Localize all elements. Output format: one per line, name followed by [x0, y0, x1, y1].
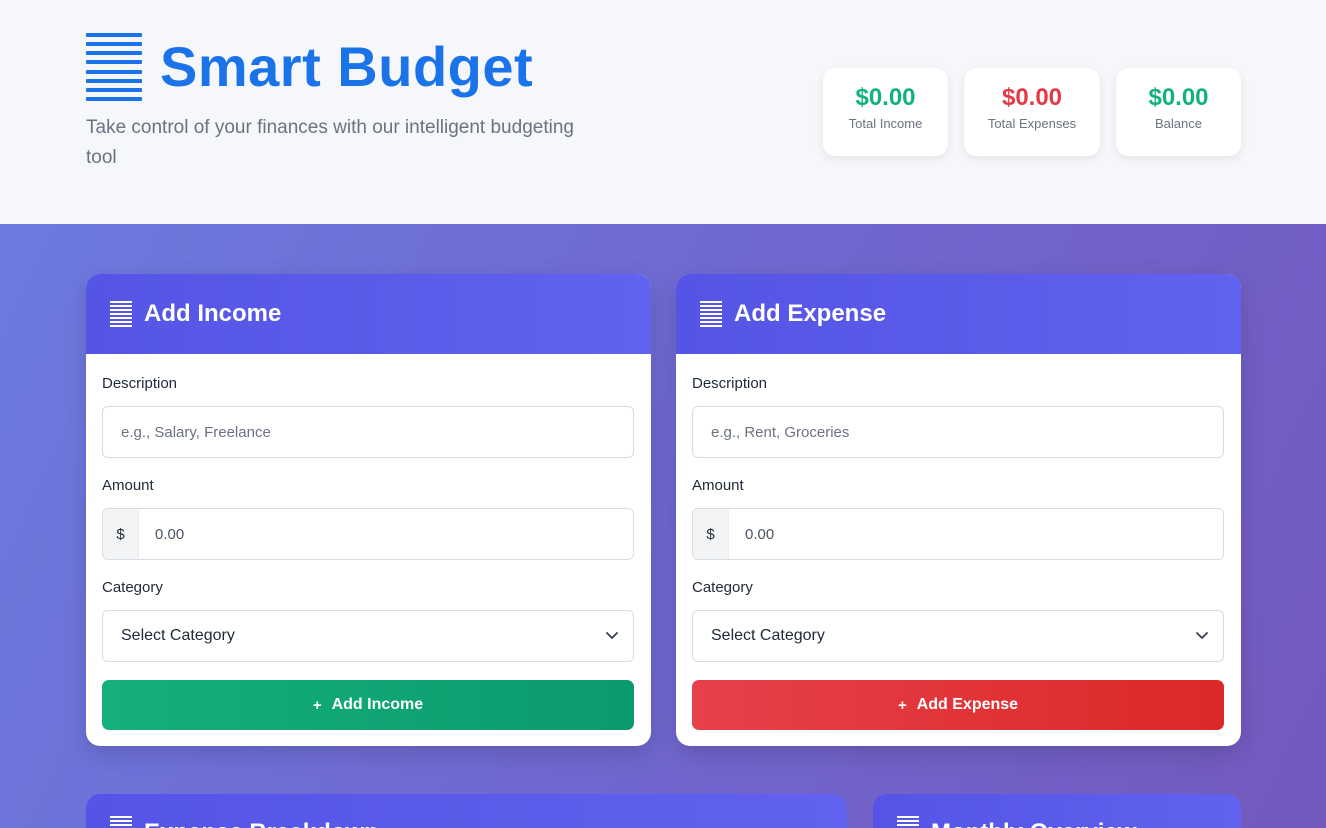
total-income-label: Total Income [848, 116, 923, 131]
total-expenses-label: Total Expenses [987, 116, 1077, 131]
expense-amount-label: Amount [692, 477, 744, 494]
add-expense-card: Add Expense Description Amount $ Categor… [676, 274, 1241, 746]
income-amount-input[interactable] [139, 509, 633, 559]
tagline: Take control of your finances with our i… [86, 117, 574, 168]
app-title: Smart Budget [160, 35, 534, 98]
expense-category-value: Select Category [711, 627, 825, 644]
chevron-down-icon [606, 632, 618, 639]
monthly-overview-card: Monthly Overview [873, 794, 1241, 828]
list-lines-icon [110, 816, 132, 828]
page-header: Smart Budget Take control of your financ… [0, 0, 1326, 224]
income-category-label: Category [102, 579, 163, 596]
total-expenses-value: $0.00 [1001, 84, 1063, 111]
list-lines-icon [86, 30, 142, 104]
expense-category-select[interactable]: Select Category [692, 610, 1224, 662]
monthly-overview-title: Monthly Overview [931, 816, 1136, 828]
plus-icon: + [897, 696, 907, 714]
total-income-value: $0.00 [855, 84, 916, 111]
currency-symbol: $ [693, 509, 729, 559]
add-income-button[interactable]: + Add Income [102, 680, 634, 730]
add-expense-button-label: Add Expense [916, 696, 1019, 713]
list-lines-icon [110, 301, 132, 327]
expense-category-label: Category [692, 579, 753, 596]
income-description-label: Description [102, 375, 178, 392]
add-income-card: Add Income Description Amount $ Category… [86, 274, 651, 746]
add-expense-header: Add Expense [676, 274, 1241, 354]
stat-balance: $0.00 Balance [1116, 68, 1241, 156]
balance-label: Balance [1155, 116, 1202, 131]
expense-description-input[interactable] [692, 406, 1224, 458]
expense-amount-input[interactable] [729, 509, 1223, 559]
income-description-input[interactable] [102, 406, 634, 458]
expense-amount-group: $ [692, 508, 1224, 560]
expense-breakdown-title: Expense Breakdown [144, 816, 379, 828]
add-income-title: Add Income [144, 300, 282, 327]
add-income-header: Add Income [86, 274, 651, 354]
currency-symbol: $ [103, 509, 139, 559]
income-amount-label: Amount [102, 477, 154, 494]
chevron-down-icon [1196, 632, 1208, 639]
plus-icon: + [312, 696, 322, 714]
income-amount-group: $ [102, 508, 634, 560]
list-lines-icon [897, 816, 919, 828]
expense-description-label: Description [692, 375, 768, 392]
income-category-select[interactable]: Select Category [102, 610, 634, 662]
stat-total-expenses: $0.00 Total Expenses [964, 68, 1100, 156]
balance-value: $0.00 [1148, 84, 1209, 111]
expense-breakdown-card: Expense Breakdown [86, 794, 847, 828]
list-lines-icon [700, 301, 722, 327]
stat-total-income: $0.00 Total Income [823, 68, 948, 156]
add-income-button-label: Add Income [331, 696, 424, 713]
add-expense-title: Add Expense [734, 300, 887, 327]
add-expense-button[interactable]: + Add Expense [692, 680, 1224, 730]
income-category-value: Select Category [121, 627, 235, 644]
brand: Smart Budget [86, 30, 533, 104]
